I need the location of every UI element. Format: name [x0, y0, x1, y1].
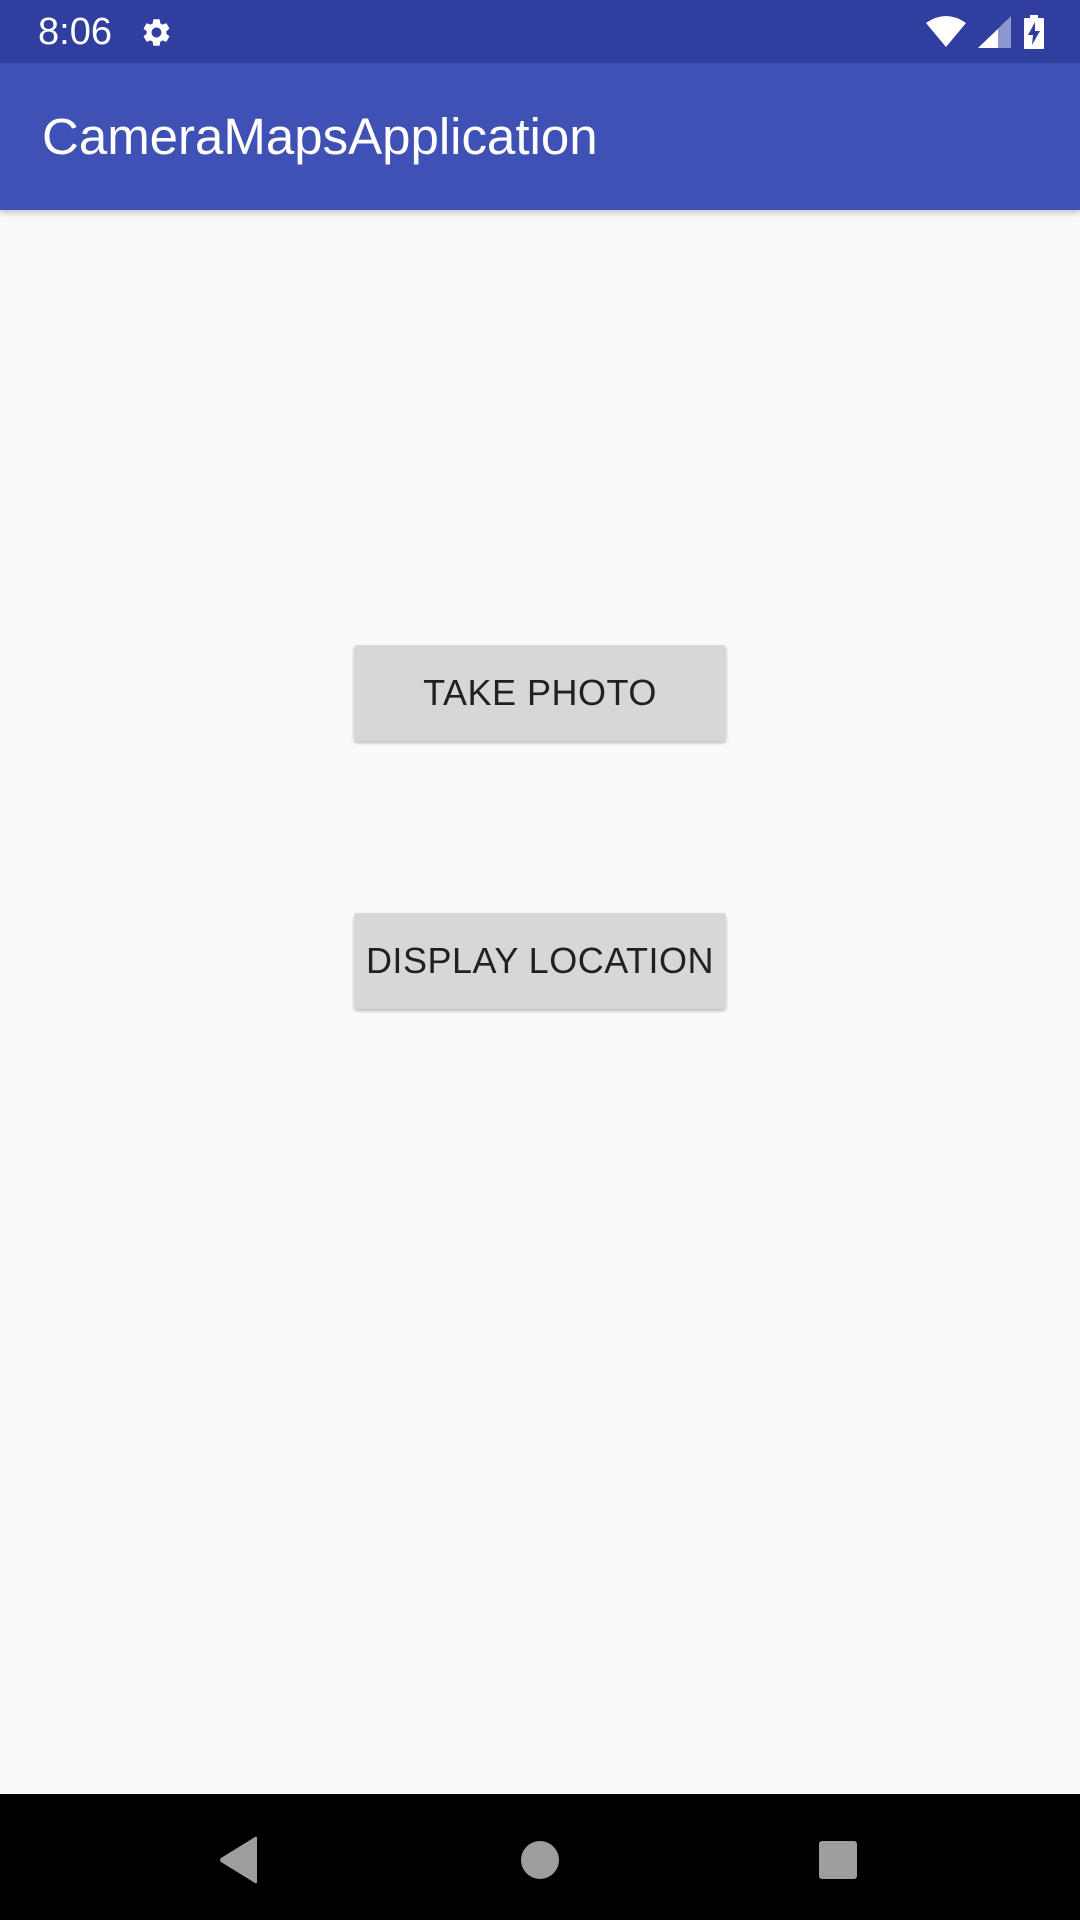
wifi-icon — [926, 16, 966, 48]
status-icons — [926, 14, 1044, 50]
display-location-button[interactable]: DISPLAY LOCATION — [354, 913, 726, 1009]
gear-icon — [140, 16, 173, 49]
app-title: CameraMapsApplication — [42, 108, 598, 165]
signal-icon — [978, 16, 1012, 48]
recents-icon[interactable] — [798, 1820, 878, 1900]
status-bar: 8:06 — [0, 0, 1080, 63]
battery-charging-icon — [1024, 15, 1044, 49]
take-photo-button[interactable]: TAKE PHOTO — [354, 645, 726, 741]
navigation-bar — [0, 1794, 1080, 1920]
home-icon[interactable] — [500, 1820, 580, 1900]
back-icon[interactable] — [199, 1820, 279, 1900]
screen: 8:06 CameraMapsApplication TAKE PHOTO DI… — [0, 0, 1080, 1920]
app-bar: CameraMapsApplication — [0, 63, 1080, 210]
status-time: 8:06 — [38, 11, 112, 53]
